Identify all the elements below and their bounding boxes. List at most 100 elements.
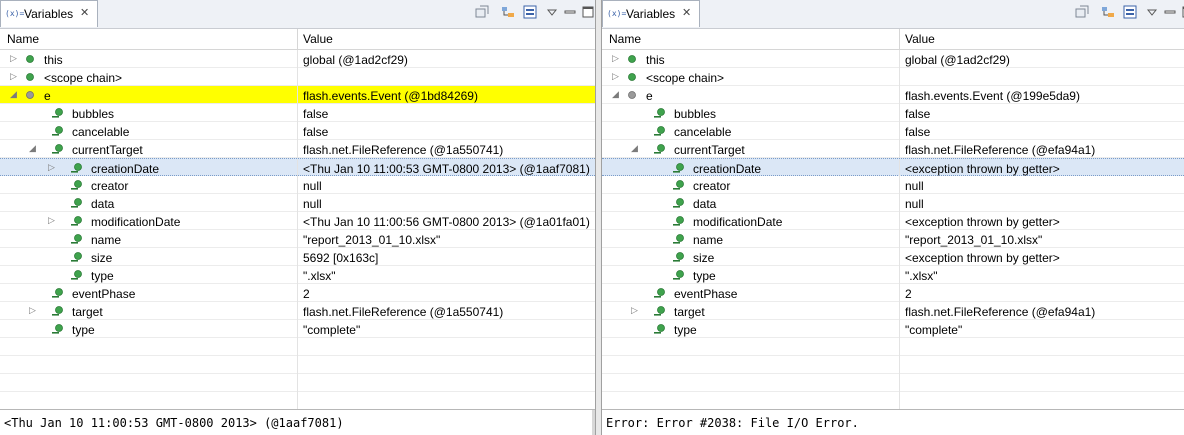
collapse-all-icon[interactable] bbox=[1100, 4, 1116, 20]
empty-row bbox=[0, 338, 595, 356]
collapsed-arrow-icon[interactable]: ▷ bbox=[631, 306, 640, 315]
variable-name: this bbox=[44, 53, 63, 67]
layout-icon[interactable] bbox=[1122, 4, 1138, 20]
tree-row[interactable]: type ".xlsx" bbox=[0, 266, 595, 284]
tree-row[interactable]: creator null bbox=[0, 176, 595, 194]
variable-name: creationDate bbox=[91, 162, 160, 176]
tree-row[interactable]: size 5692 [0x163c] bbox=[0, 248, 595, 266]
tree-row[interactable]: eventPhase 2 bbox=[0, 284, 595, 302]
expanded-arrow-icon[interactable]: ◢ bbox=[631, 144, 640, 153]
field-icon bbox=[653, 143, 667, 155]
cell-divider bbox=[297, 248, 298, 266]
field-icon bbox=[70, 251, 84, 263]
detail-scrollbar[interactable] bbox=[592, 410, 595, 435]
detail-pane[interactable]: <Thu Jan 10 11:00:53 GMT-0800 2013> (@1a… bbox=[0, 409, 595, 435]
cell-divider bbox=[297, 122, 298, 140]
tab-variables[interactable]: (x)= Variables ✕ bbox=[602, 0, 700, 27]
cell-divider bbox=[297, 140, 298, 158]
tree-row[interactable]: ▷ target flash.net.FileReference (@1a55074… bbox=[0, 302, 595, 320]
variable-value: flash.net.FileReference (@1a550741) bbox=[303, 305, 504, 319]
tree-row[interactable]: ▷ this global (@1ad2cf29) bbox=[0, 50, 595, 68]
collapsed-arrow-icon[interactable]: ▷ bbox=[612, 72, 621, 81]
close-icon[interactable]: ✕ bbox=[682, 6, 691, 19]
variable-value: flash.net.FileReference (@efa94a1) bbox=[905, 143, 1096, 157]
minimize-icon[interactable] bbox=[562, 4, 578, 20]
cell-divider bbox=[297, 50, 298, 68]
cell-divider bbox=[899, 230, 900, 248]
collapsed-arrow-icon[interactable]: ▷ bbox=[10, 72, 19, 81]
variable-name: creator bbox=[693, 179, 731, 193]
tree-row[interactable]: creationDate <exception thrown by getter> bbox=[602, 158, 1184, 177]
column-name-header[interactable]: Name bbox=[7, 32, 39, 46]
tree-row[interactable]: type "complete" bbox=[0, 320, 595, 338]
cell-divider bbox=[899, 68, 900, 86]
tree-row[interactable]: name "report_2013_01_10.xlsx" bbox=[602, 230, 1184, 248]
collapsed-arrow-icon[interactable]: ▷ bbox=[48, 163, 57, 172]
expanded-arrow-icon[interactable]: ◢ bbox=[29, 144, 38, 153]
cell-divider bbox=[899, 320, 900, 338]
close-icon[interactable]: ✕ bbox=[80, 6, 89, 19]
gray-dot-icon bbox=[626, 89, 640, 101]
tree-row[interactable]: type "complete" bbox=[602, 320, 1184, 338]
tree-row[interactable]: type ".xlsx" bbox=[602, 266, 1184, 284]
tree-row[interactable]: ▷ modificationDate <Thu Jan 10 11:00:56 GM… bbox=[0, 212, 595, 230]
collapsed-arrow-icon[interactable]: ▷ bbox=[10, 54, 19, 63]
detail-pane[interactable]: Error: Error #2038: File I/O Error. bbox=[602, 409, 1184, 435]
column-divider[interactable] bbox=[297, 29, 298, 49]
cell-divider bbox=[297, 104, 298, 122]
tree-row[interactable]: bubbles false bbox=[602, 104, 1184, 122]
collapsed-arrow-icon[interactable]: ▷ bbox=[48, 216, 57, 225]
layout-icon[interactable] bbox=[522, 4, 538, 20]
tree-row[interactable]: ▷ <scope chain> bbox=[0, 68, 595, 86]
cell-divider bbox=[899, 302, 900, 320]
expanded-arrow-icon[interactable]: ◢ bbox=[612, 90, 621, 99]
variable-name: eventPhase bbox=[72, 287, 136, 301]
column-name-header[interactable]: Name bbox=[609, 32, 641, 46]
cell-divider bbox=[899, 392, 900, 410]
column-divider[interactable] bbox=[899, 29, 900, 49]
variable-name: name bbox=[91, 233, 122, 247]
maximize-icon[interactable] bbox=[580, 4, 595, 20]
tree-row[interactable]: cancelable false bbox=[602, 122, 1184, 140]
tree-row[interactable]: size <exception thrown by getter> bbox=[602, 248, 1184, 266]
collapsed-arrow-icon[interactable]: ▷ bbox=[29, 306, 38, 315]
variable-value: global (@1ad2cf29) bbox=[303, 53, 408, 67]
field-icon bbox=[672, 197, 686, 209]
show-type-names-icon[interactable] bbox=[1074, 4, 1090, 20]
tree-row[interactable]: ◢ e flash.events.Event (@199e5da9) bbox=[602, 86, 1184, 104]
tree-row[interactable]: ▷ <scope chain> bbox=[602, 68, 1184, 86]
minimize-icon[interactable] bbox=[1162, 4, 1178, 20]
collapse-all-icon[interactable] bbox=[500, 4, 516, 20]
tree-row[interactable]: bubbles false bbox=[0, 104, 595, 122]
show-type-names-icon[interactable] bbox=[474, 4, 490, 20]
tab-variables[interactable]: (x)= Variables ✕ bbox=[0, 0, 98, 27]
cell-divider bbox=[899, 374, 900, 392]
view-menu-icon[interactable] bbox=[544, 4, 560, 20]
tree-row[interactable]: ▷ creationDate <Thu Jan 10 11:00:53 GMT-08… bbox=[0, 158, 595, 177]
tree-row[interactable]: ▷ this global (@1ad2cf29) bbox=[602, 50, 1184, 68]
expanded-arrow-icon[interactable]: ◢ bbox=[10, 90, 19, 99]
tree-row[interactable]: ◢ e flash.events.Event (@1bd84269) bbox=[0, 86, 595, 104]
collapsed-arrow-icon[interactable]: ▷ bbox=[612, 54, 621, 63]
tree-row[interactable]: data null bbox=[602, 194, 1184, 212]
tree-row[interactable]: ▷ target flash.net.FileReference (@efa94a1… bbox=[602, 302, 1184, 320]
maximize-icon[interactable] bbox=[1180, 4, 1184, 20]
cell-divider bbox=[899, 176, 900, 194]
tree-row[interactable]: data null bbox=[0, 194, 595, 212]
field-icon bbox=[70, 215, 84, 227]
view-menu-icon[interactable] bbox=[1144, 4, 1160, 20]
tree-row[interactable]: modificationDate <exception thrown by get… bbox=[602, 212, 1184, 230]
cell-divider bbox=[297, 194, 298, 212]
column-value-header[interactable]: Value bbox=[303, 32, 333, 46]
tree-row[interactable]: eventPhase 2 bbox=[602, 284, 1184, 302]
field-icon bbox=[653, 125, 667, 137]
tree-row[interactable]: ◢ currentTarget flash.net.FileReference (@… bbox=[602, 140, 1184, 158]
tree-row[interactable]: name "report_2013_01_10.xlsx" bbox=[0, 230, 595, 248]
tree-row[interactable]: cancelable false bbox=[0, 122, 595, 140]
empty-row bbox=[0, 356, 595, 374]
green-dot-icon bbox=[626, 71, 640, 83]
field-icon bbox=[672, 269, 686, 281]
tree-row[interactable]: ◢ currentTarget flash.net.FileReference (@… bbox=[0, 140, 595, 158]
tree-row[interactable]: creator null bbox=[602, 176, 1184, 194]
column-value-header[interactable]: Value bbox=[905, 32, 935, 46]
